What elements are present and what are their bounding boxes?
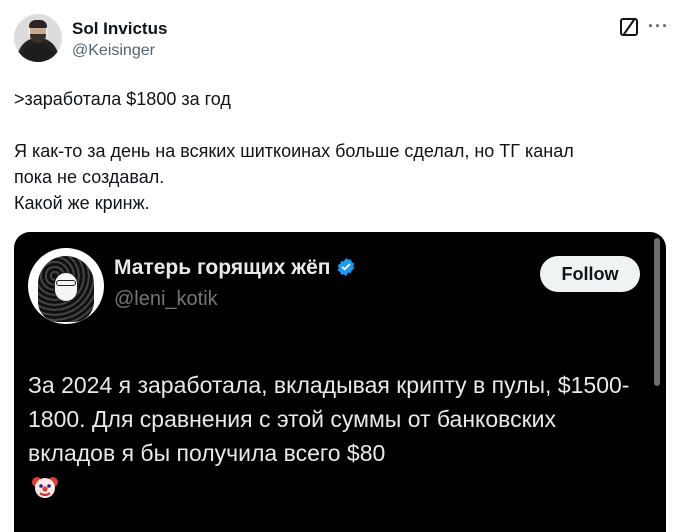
tweet-header: Sol Invictus @Keisinger ···: [14, 14, 669, 66]
verified-badge-icon: [338, 257, 355, 277]
more-horizontal-icon[interactable]: ···: [648, 16, 669, 37]
follow-button: Follow: [540, 256, 640, 292]
scrollbar: [654, 238, 660, 386]
author-handle[interactable]: @Keisinger: [72, 42, 155, 60]
tweet-line: Я как-то за день на всяких шиткоинах бол…: [14, 141, 574, 161]
tweet-text: >заработала $1800 за год Я как-то за ден…: [14, 86, 654, 216]
grok-icon[interactable]: [620, 18, 638, 36]
quoted-post-image[interactable]: Матерь горящих жёп @leni_kotik Follow За…: [14, 232, 666, 532]
quoted-post-text: За 2024 я заработала, вкладывая крипту в…: [28, 372, 630, 466]
quoted-author-avatar: [28, 248, 104, 324]
author-name[interactable]: Sol Invictus: [72, 19, 167, 39]
clown-face-icon: [32, 477, 58, 498]
tweet-line: >заработала $1800 за год: [14, 89, 231, 109]
tweet-line: Какой же кринж.: [14, 193, 150, 213]
quoted-author-name-text: Матерь горящих жёп: [114, 256, 331, 279]
quoted-author-name: Матерь горящих жёп: [114, 256, 356, 280]
quoted-author-handle: @leni_kotik: [114, 288, 218, 310]
tweet-line: пока не создавал.: [14, 167, 165, 187]
author-avatar[interactable]: [14, 14, 62, 62]
